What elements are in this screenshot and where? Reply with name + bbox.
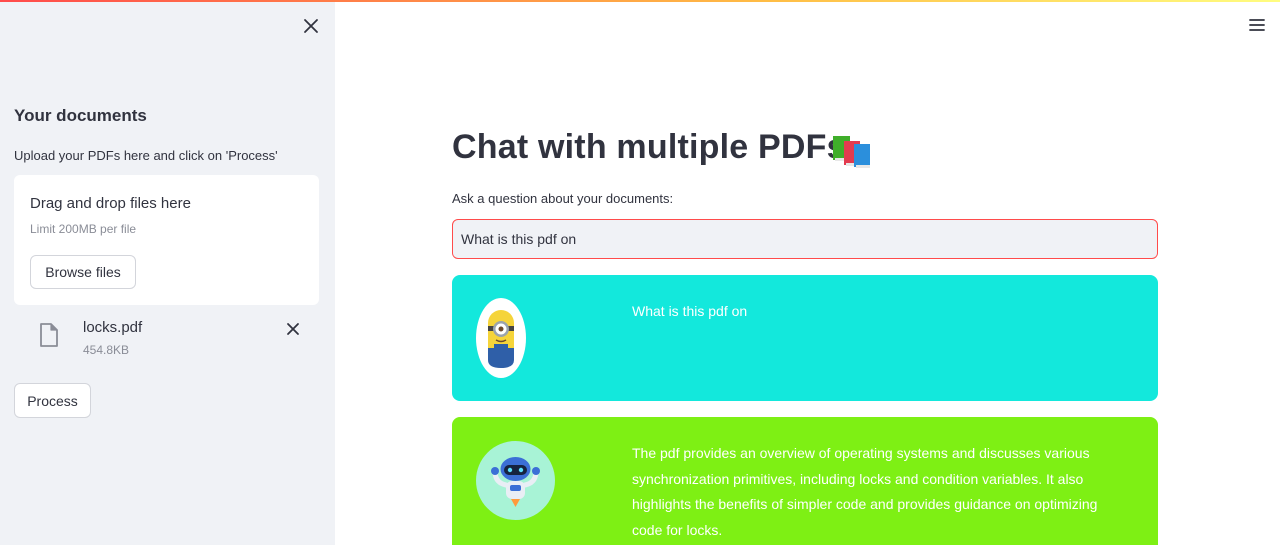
- uploaded-file-item: locks.pdf 454.8KB: [14, 312, 319, 368]
- close-sidebar-icon[interactable]: [300, 15, 322, 37]
- books-icon: [833, 136, 870, 168]
- process-button[interactable]: Process: [14, 383, 91, 418]
- file-name: locks.pdf: [83, 319, 143, 336]
- remove-file-icon[interactable]: [284, 320, 302, 338]
- question-input[interactable]: [452, 219, 1158, 259]
- sidebar: Your documents Upload your PDFs here and…: [0, 0, 335, 545]
- question-label: Ask a question about your documents:: [452, 191, 674, 206]
- page-title: Chat with multiple PDFs: [452, 128, 846, 166]
- user-message: What is this pdf on: [452, 275, 1158, 401]
- dropzone-instructions: Drag and drop files here: [30, 195, 191, 212]
- hamburger-menu-icon[interactable]: [1247, 15, 1267, 35]
- bot-message-text: The pdf provides an overview of operatin…: [632, 445, 1098, 538]
- user-message-text: What is this pdf on: [632, 303, 748, 319]
- browse-files-button[interactable]: Browse files: [30, 255, 136, 289]
- sidebar-title: Your documents: [14, 106, 147, 125]
- file-icon: [40, 323, 58, 347]
- robot-avatar: [476, 441, 555, 520]
- minion-avatar: [476, 298, 526, 378]
- file-dropzone[interactable]: Drag and drop files here Limit 200MB per…: [14, 175, 319, 305]
- dropzone-limit: Limit 200MB per file: [30, 222, 137, 236]
- top-decoration-bar: [0, 0, 1280, 2]
- file-size: 454.8KB: [83, 343, 130, 357]
- bot-message: The pdf provides an overview of operatin…: [452, 417, 1158, 545]
- sidebar-description: Upload your PDFs here and click on 'Proc…: [14, 148, 278, 163]
